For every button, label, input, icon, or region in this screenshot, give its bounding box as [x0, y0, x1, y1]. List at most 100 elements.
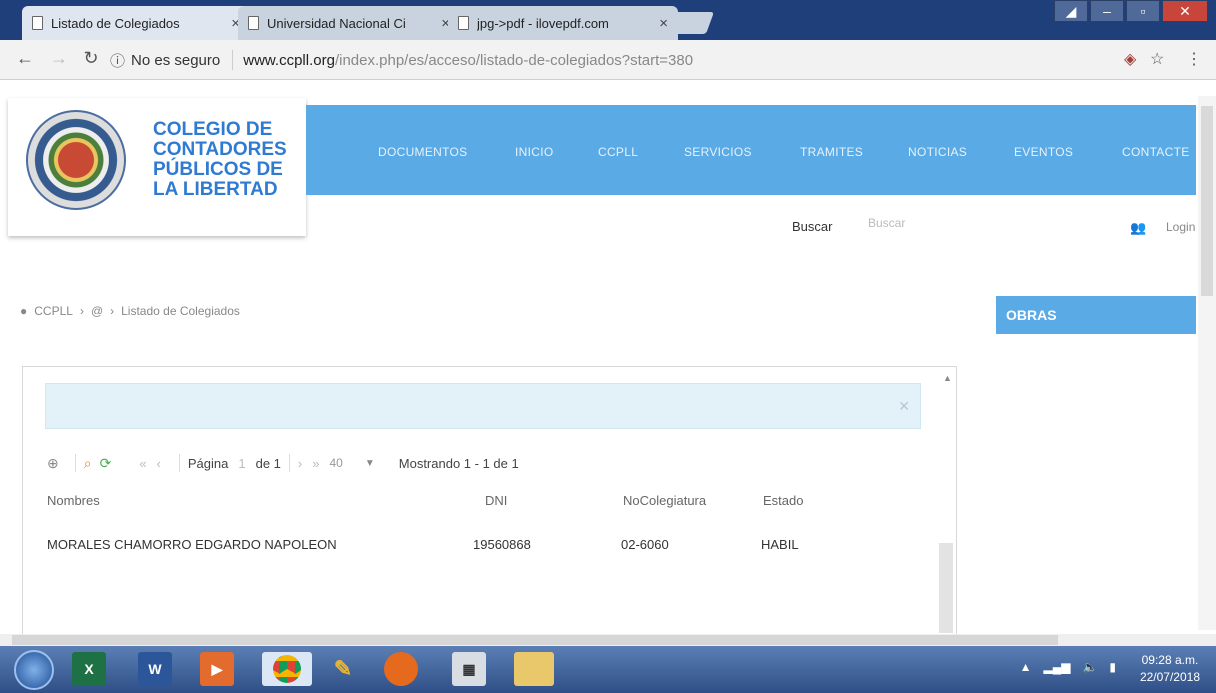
page-icon — [248, 16, 259, 30]
scroll-up-icon[interactable]: ▲ — [943, 373, 952, 383]
dropdown-arrow-icon[interactable]: ▼ — [365, 458, 375, 469]
page-horizontal-scrollbar[interactable] — [0, 634, 1216, 646]
page-icon — [458, 16, 469, 30]
url-path: /index.php/es/acceso/listado-de-colegiad… — [334, 51, 694, 69]
search-input[interactable]: Buscar — [868, 216, 1038, 234]
next-page-icon[interactable]: › — [298, 456, 302, 471]
nav-noticias[interactable]: NOTICIAS — [908, 145, 967, 159]
minimize-icon[interactable]: – — [1090, 0, 1124, 22]
url-host: www.ccpll.org — [243, 51, 335, 69]
breadcrumb: ● CCPLL › @ › Listado de Colegiados — [20, 304, 240, 318]
page-icon — [32, 16, 43, 30]
column-nombres[interactable]: Nombres — [47, 493, 100, 508]
divider — [178, 454, 180, 472]
nav-tramites[interactable]: TRAMITES — [800, 145, 863, 159]
word-icon[interactable]: W — [138, 652, 172, 686]
tab-label: Listado de Colegiados — [51, 15, 180, 31]
divider — [288, 454, 290, 472]
chrome-icon[interactable] — [262, 652, 312, 686]
firefox-icon[interactable] — [384, 652, 418, 686]
column-dni[interactable]: DNI — [485, 493, 507, 508]
windows-taskbar: X W ▶ ✎ ▦ ▲ ▂▄▆ 🔈 ▮ 09:28 a.m. 22/07/201… — [0, 646, 1216, 693]
start-button[interactable] — [14, 650, 54, 690]
signal-icon[interactable]: ▂▄▆ — [1043, 660, 1070, 674]
zoom-icon[interactable]: ⊕ — [47, 455, 59, 472]
bookmark-star-icon[interactable]: ☆ — [1150, 49, 1164, 69]
page-size-select[interactable]: 40 — [330, 456, 343, 470]
sidebar-obras-header: OBRAS — [996, 296, 1196, 334]
last-page-icon[interactable]: » — [312, 456, 319, 471]
media-player-icon[interactable]: ▶ — [200, 652, 234, 686]
prev-page-icon[interactable]: ‹ — [157, 456, 161, 471]
column-estado[interactable]: Estado — [763, 493, 803, 508]
nav-ccpll[interactable]: CCPLL — [598, 145, 638, 159]
nav-contacte[interactable]: CONTACTE — [1122, 145, 1190, 159]
logo-card[interactable]: COLEGIO DE CONTADORES PÚBLICOS DE LA LIB… — [8, 98, 306, 236]
extension-icon[interactable]: ◈ — [1124, 49, 1136, 69]
security-label: No es seguro — [131, 51, 221, 69]
records-summary: Mostrando 1 - 1 de 1 — [398, 455, 519, 471]
address-bar[interactable]: ⓘ No es seguro www.ccpll.org /index.php/… — [110, 46, 1110, 74]
message-bar: ✕ — [45, 383, 921, 429]
scrollbar-thumb[interactable] — [1201, 106, 1213, 296]
page-vertical-scrollbar[interactable] — [1198, 96, 1216, 630]
main-navbar: DOCUMENTOS INICIO CCPLL SERVICIOS TRAMIT… — [306, 105, 1196, 195]
browser-tab-strip: Listado de Colegiados × Universidad Naci… — [0, 0, 1216, 40]
browser-toolbar: ← → ↻ ⓘ No es seguro www.ccpll.org /inde… — [0, 40, 1216, 80]
chevron-right-icon: › — [79, 304, 84, 318]
system-tray: ▲ ▂▄▆ 🔈 ▮ — [1020, 660, 1116, 674]
file-explorer-icon[interactable] — [514, 652, 554, 686]
cell-dni: 19560868 — [473, 537, 531, 552]
cell-estado: HABIL — [761, 537, 799, 552]
scrollbar-thumb[interactable] — [12, 635, 1058, 645]
user-group-icon[interactable]: 👥 — [1130, 220, 1146, 235]
clock-date: 22/07/2018 — [1139, 670, 1200, 684]
back-arrow-icon[interactable]: ← — [14, 48, 36, 69]
tab-label: jpg->pdf - ilovepdf.com — [477, 15, 609, 31]
pagina-label: Página — [187, 455, 229, 471]
login-link[interactable]: Login — [1166, 220, 1195, 234]
nav-inicio[interactable]: INICIO — [515, 145, 553, 159]
tab-ilovepdf[interactable]: jpg->pdf - ilovepdf.com × — [448, 6, 678, 40]
at-sign-icon[interactable]: @ — [91, 304, 103, 318]
close-icon[interactable]: ✕ — [898, 398, 910, 415]
tab-label: Universidad Nacional Ci — [267, 15, 406, 31]
grid-pager: ⊕ ⌕ ⟳ « ‹ Página 1 de 1 › » 40 ▼ Mostran… — [47, 451, 927, 475]
new-tab-button[interactable] — [663, 12, 715, 34]
reload-icon[interactable]: ↻ — [80, 48, 102, 69]
grid-scrollbar[interactable] — [939, 543, 953, 633]
tab-universidad-nacional[interactable]: Universidad Nacional Ci × — [238, 6, 460, 40]
maximize-icon[interactable]: ▫ — [1126, 0, 1160, 22]
breadcrumb-home[interactable]: CCPLL — [34, 304, 73, 318]
cell-nombres: MORALES CHAMORRO EDGARDO NAPOLEON — [47, 537, 337, 552]
column-nocolegiatura[interactable]: NoColegiatura — [623, 493, 706, 508]
window-controls: ◢ – ▫ ✕ — [1054, 0, 1208, 22]
nav-documentos[interactable]: DOCUMENTOS — [378, 145, 467, 159]
system-clock[interactable]: 09:28 a.m. 22/07/2018 — [1140, 652, 1200, 686]
user-icon[interactable]: ◢ — [1054, 0, 1088, 22]
breadcrumb-current: Listado de Colegiados — [121, 304, 240, 318]
battery-icon[interactable]: ▮ — [1109, 660, 1116, 674]
nav-eventos[interactable]: EVENTOS — [1014, 145, 1073, 159]
search-icon[interactable]: ⌕ — [84, 455, 92, 472]
first-page-icon[interactable]: « — [139, 456, 146, 471]
info-icon[interactable]: ⓘ — [110, 50, 125, 71]
excel-icon[interactable]: X — [72, 652, 106, 686]
page-number-input[interactable]: 1 — [238, 456, 245, 471]
show-hidden-icons-icon[interactable]: ▲ — [1020, 660, 1032, 674]
page-total-label: de 1 — [255, 455, 281, 471]
close-window-icon[interactable]: ✕ — [1162, 0, 1208, 22]
colegiados-grid: ✕ ⊕ ⌕ ⟳ « ‹ Página 1 de 1 › » 40 ▼ Mostr… — [22, 366, 957, 636]
institution-seal-logo — [26, 110, 126, 210]
volume-icon[interactable]: 🔈 — [1082, 660, 1097, 674]
calculator-icon[interactable]: ▦ — [452, 652, 486, 686]
clock-time: 09:28 a.m. — [1141, 653, 1199, 667]
divider — [74, 454, 76, 472]
tab-listado-colegiados[interactable]: Listado de Colegiados × — [22, 6, 250, 40]
ccleaner-icon[interactable]: ✎ — [326, 652, 360, 686]
nav-servicios[interactable]: SERVICIOS — [684, 145, 752, 159]
bullet-icon: ● — [20, 304, 28, 318]
forward-arrow-icon[interactable]: → — [48, 48, 70, 69]
menu-kebab-icon[interactable]: ⋮ — [1186, 49, 1202, 69]
refresh-icon[interactable]: ⟳ — [100, 455, 112, 472]
